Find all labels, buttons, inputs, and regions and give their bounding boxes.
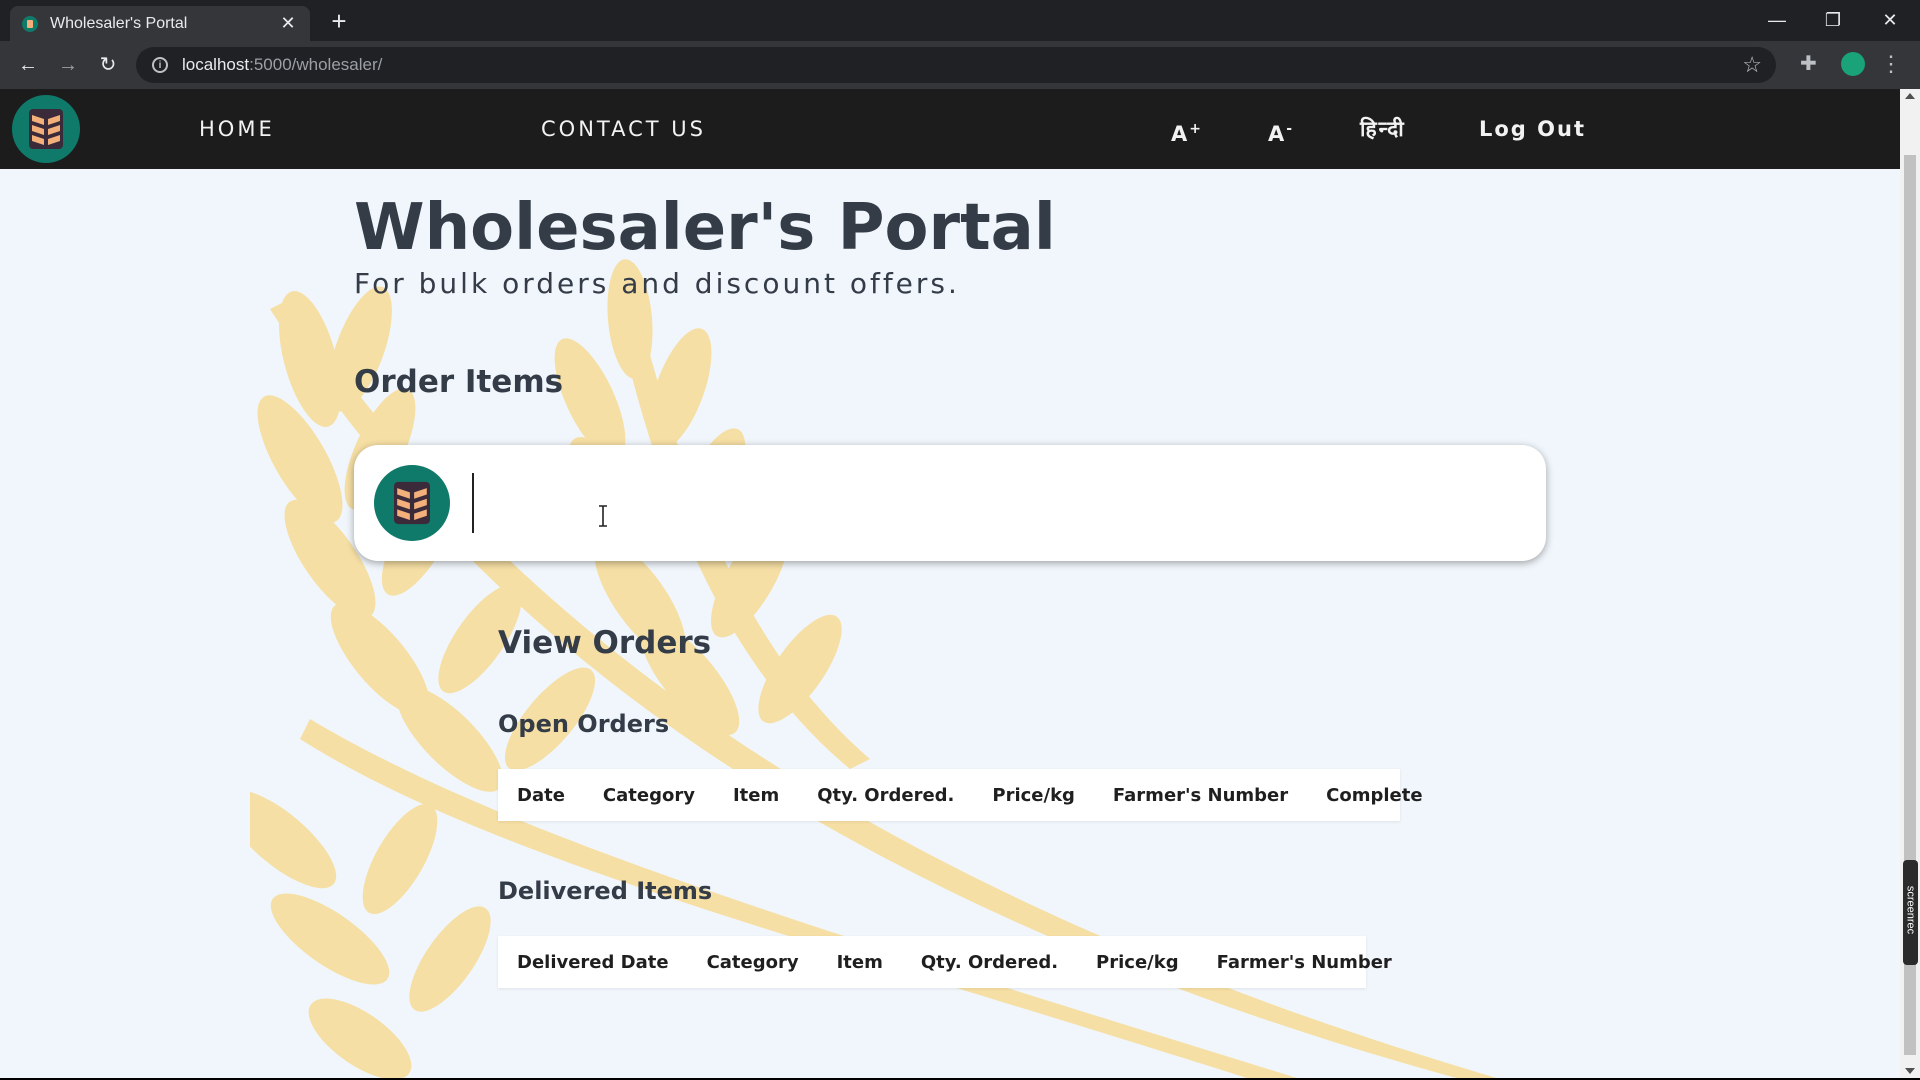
page-subtitle: For bulk orders and discount offers. <box>354 267 960 300</box>
open-orders-col-qty: Qty. Ordered. <box>817 784 955 806</box>
order-search-input[interactable] <box>472 473 1512 533</box>
tab-close-icon[interactable]: ✕ <box>278 13 298 34</box>
back-icon[interactable]: ← <box>12 51 44 79</box>
wheat-logo-icon[interactable] <box>12 95 80 163</box>
font-decrease-button[interactable]: A- <box>1268 89 1294 169</box>
url-host: localhost <box>182 55 250 74</box>
browser-toolbar: ← → ↻ i localhost:5000/wholesaler/ ☆ ✚ ⋮ <box>0 41 1920 89</box>
wheat-logo-icon <box>374 465 450 541</box>
window-close-icon[interactable]: ✕ <box>1868 6 1912 34</box>
screenrec-label: screenrec <box>1904 885 1917 935</box>
font-increase-label: A <box>1171 122 1190 146</box>
profile-icon[interactable] <box>1841 52 1865 76</box>
delivered-col-item: Item <box>836 951 883 973</box>
delivered-items-table-header: Delivered Date Category Item Qty. Ordere… <box>498 936 1392 988</box>
font-decrease-sup: - <box>1286 121 1295 137</box>
info-icon[interactable]: i <box>152 57 168 73</box>
menu-icon[interactable]: ⋮ <box>1880 50 1902 78</box>
page-viewport: HOME CONTACT US A+ A- हिन्दी Log Out Who… <box>0 89 1900 1078</box>
scroll-down-arrow-icon[interactable] <box>1905 1068 1915 1074</box>
font-increase-sup: + <box>1189 121 1203 137</box>
site-navbar: HOME CONTACT US A+ A- हिन्दी Log Out <box>0 89 1900 169</box>
open-orders-heading: Open Orders <box>498 710 670 738</box>
order-items-heading: Order Items <box>354 364 564 400</box>
text-cursor-icon <box>599 505 607 527</box>
open-orders-col-complete: Complete <box>1326 784 1423 806</box>
open-orders-col-date: Date <box>517 784 565 806</box>
extension-icon[interactable]: ✚ <box>1800 51 1822 75</box>
delivered-col-qty: Qty. Ordered. <box>920 951 1059 973</box>
screenrec-overlay-badge: screenrec <box>1903 860 1918 965</box>
window-minimize-icon[interactable]: — <box>1755 6 1799 34</box>
forward-icon[interactable]: → <box>52 51 84 79</box>
open-orders-col-item: Item <box>732 784 780 806</box>
open-orders-col-category: Category <box>602 784 695 806</box>
open-orders-col-farmer-number: Farmer's Number <box>1112 784 1289 806</box>
order-search-box[interactable] <box>354 445 1546 561</box>
new-tab-plus-icon[interactable]: + <box>325 6 353 36</box>
reload-icon[interactable]: ↻ <box>92 51 124 79</box>
browser-tab-strip: Wholesaler's Portal ✕ + — ❐ ✕ <box>0 0 1920 41</box>
open-orders-table-header: Date Category Item Qty. Ordered. Price/k… <box>498 769 1423 821</box>
delivered-col-farmer-number: Farmer's Number <box>1216 951 1392 973</box>
delivered-col-category: Category <box>706 951 799 973</box>
delivered-col-date: Delivered Date <box>517 951 669 973</box>
logout-button[interactable]: Log Out <box>1479 89 1586 169</box>
bookmark-star-icon[interactable]: ☆ <box>1742 52 1762 78</box>
nav-contact-link[interactable]: CONTACT US <box>541 89 706 169</box>
font-decrease-label: A <box>1268 122 1287 146</box>
browser-tab[interactable]: Wholesaler's Portal ✕ <box>10 6 310 41</box>
tab-title: Wholesaler's Portal <box>50 14 188 32</box>
delivered-col-price: Price/kg <box>1096 951 1179 973</box>
address-bar[interactable]: i localhost:5000/wholesaler/ ☆ <box>136 47 1776 83</box>
open-orders-col-price: Price/kg <box>992 784 1075 806</box>
language-hindi-button[interactable]: हिन्दी <box>1360 89 1406 169</box>
delivered-items-heading: Delivered Items <box>498 877 713 905</box>
nav-home-link[interactable]: HOME <box>199 89 275 169</box>
font-increase-button[interactable]: A+ <box>1171 89 1203 169</box>
page-title: Wholesaler's Portal <box>354 191 1056 265</box>
url-path: :5000/wholesaler/ <box>249 55 383 74</box>
window-restore-icon[interactable]: ❐ <box>1811 6 1855 34</box>
favicon-icon <box>22 15 38 32</box>
scroll-up-arrow-icon[interactable] <box>1905 93 1915 99</box>
view-orders-heading: View Orders <box>498 625 712 661</box>
